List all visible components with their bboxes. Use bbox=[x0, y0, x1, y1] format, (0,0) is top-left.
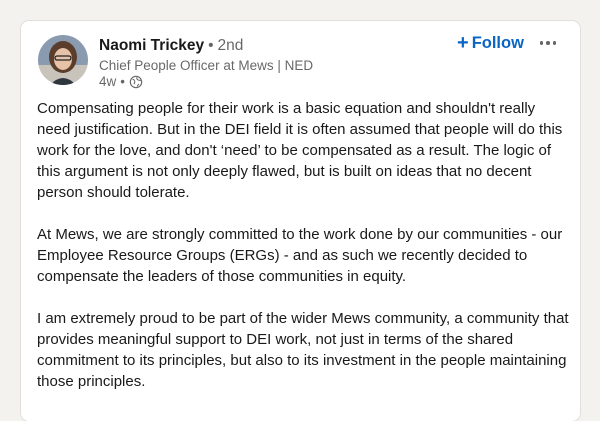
ellipsis-icon bbox=[539, 41, 544, 45]
avatar[interactable] bbox=[38, 35, 88, 85]
post-paragraph: Compensating people for their work is a … bbox=[37, 100, 563, 201]
post-card: Naomi Trickey • 2nd Chief People Officer a… bbox=[21, 21, 580, 421]
post-paragraph: At Mews, we are strongly committed to th… bbox=[37, 226, 563, 285]
follow-label: Follow bbox=[471, 34, 524, 52]
author-line: Naomi Trickey • 2nd bbox=[99, 37, 243, 55]
more-options-button[interactable] bbox=[536, 33, 560, 53]
post-meta: 4w • bbox=[99, 74, 143, 89]
ellipsis-dot bbox=[546, 41, 550, 45]
ellipsis-dot bbox=[552, 41, 557, 45]
post-time: 4w bbox=[99, 74, 117, 89]
connection-degree: 2nd bbox=[217, 37, 244, 54]
post-body: Compensating people for their work is a … bbox=[37, 98, 571, 413]
plus-icon: + bbox=[457, 31, 469, 54]
meta-separator: • bbox=[120, 74, 125, 89]
name-separator: • bbox=[208, 37, 214, 54]
globe-icon bbox=[129, 75, 143, 89]
post-paragraph: I am extremely proud to be part of the w… bbox=[37, 310, 569, 390]
follow-button[interactable]: + Follow bbox=[453, 32, 528, 55]
author-headline: Chief People Officer at Mews | NED bbox=[99, 58, 314, 73]
profile-photo bbox=[38, 35, 88, 85]
author-name[interactable]: Naomi Trickey bbox=[99, 37, 204, 54]
